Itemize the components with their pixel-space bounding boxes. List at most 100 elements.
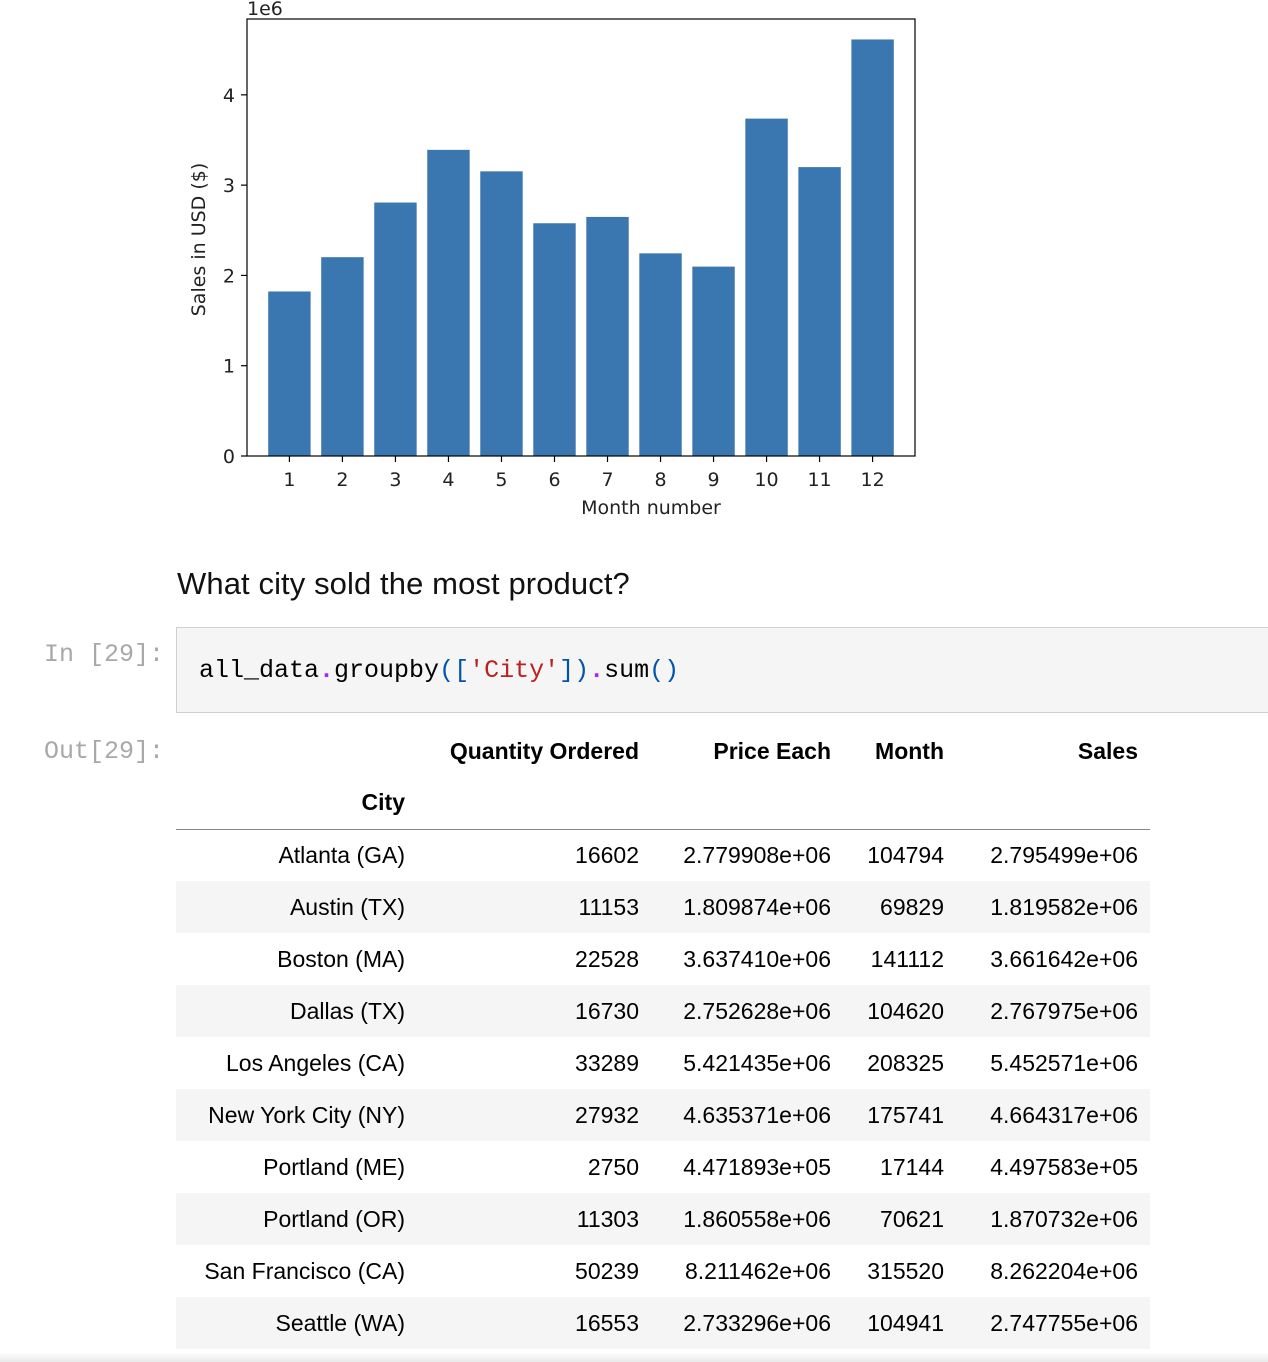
cell-quantity-ordered: 11303 [576,1205,639,1232]
cell-sales: 1.819582e+06 [990,893,1138,920]
cell-sales: 1.870732e+06 [990,1205,1138,1232]
cell-price-each: 8.211462e+06 [684,1257,831,1284]
cell-price-each: 2.733296e+06 [683,1309,831,1336]
bar-month-10 [745,118,788,456]
x-tick-label: 8 [654,469,666,491]
cell-sales: 2.747755e+06 [990,1309,1138,1336]
cell-month: 208325 [867,1049,944,1076]
index-name-row: City [176,777,1150,829]
table-row: San Francisco (CA) 50239 8.211462e+06 31552… [176,1245,1150,1297]
x-tick-label: 5 [495,469,507,491]
cell-sales: 2.767975e+06 [990,997,1138,1024]
code-parens: () [649,656,680,685]
y-tick-label: 0 [223,446,235,468]
row-city: Austin (TX) [289,893,405,920]
table-row: Atlanta (GA) 16602 2.779908e+06 104794 2.795… [176,829,1150,881]
x-axis-label: Month number [581,497,721,519]
code-method-sum: sum [604,656,650,685]
x-tick-label: 4 [442,469,454,491]
code-object: all_data [199,656,320,685]
row-city: Boston (MA) [277,945,405,972]
table-row: Los Angeles (CA) 33289 5.421435e+06 208325 5… [176,1037,1150,1089]
bar-month-6 [533,223,576,456]
cell-quantity-ordered: 27932 [575,1101,639,1128]
x-tick-label: 7 [601,469,613,491]
row-city: New York City (NY) [208,1101,405,1128]
cell-month: 141112 [870,945,944,972]
code-open-brackets: ([ [439,656,470,685]
cell-month: 70621 [880,1205,944,1232]
cell-price-each: 1.860558e+06 [683,1205,831,1232]
cell-price-each: 4.635371e+06 [683,1101,831,1128]
cell-quantity-ordered: 11153 [578,893,639,920]
dataframe-output: Quantity Ordered Price Each Month Sales … [176,725,1150,1349]
code-string-city: 'City' [469,656,560,685]
table-row: Boston (MA) 22528 3.637410e+06 141112 3.6616… [176,933,1150,985]
cell-price-each: 1.809874e+06 [683,893,831,920]
y-tick-label: 4 [223,85,235,107]
cell-sales: 4.497583e+05 [990,1153,1138,1180]
cell-quantity-ordered: 22528 [575,945,639,972]
code-dot-operator: . [319,656,335,685]
scroll-edge-shadow [0,1352,1268,1362]
empty-header-cell [956,777,1150,829]
cell-quantity-ordered: 16602 [575,841,639,868]
bar-month-1 [268,291,311,456]
cell-month: 69829 [880,893,944,920]
x-tick-label: 1 [283,469,295,491]
bar-month-3 [374,202,417,456]
code-cell[interactable]: all_data.groupby(['City']).sum() [176,627,1268,713]
x-tick-label: 2 [336,469,348,491]
table-row: Seattle (WA) 16553 2.733296e+06 104941 2.747… [176,1297,1150,1349]
column-header-price-each: Price Each [713,737,831,764]
empty-header-cell [843,777,956,829]
empty-header-cell [417,777,651,829]
in-prompt: In [29]: [43,640,164,669]
table-row: New York City (NY) 27932 4.635371e+06 17574… [176,1089,1150,1141]
table-row: Dallas (TX) 16730 2.752628e+06 104620 2.7679… [176,985,1150,1037]
out-prompt: Out[29]: [43,737,164,766]
column-header-row: Quantity Ordered Price Each Month Sales [176,725,1150,777]
cell-month: 175741 [867,1101,944,1128]
cell-price-each: 5.421435e+06 [683,1049,831,1076]
code-method-groupby: groupby [334,656,440,685]
cell-price-each: 4.471893e+05 [683,1153,831,1180]
column-header-quantity-ordered: Quantity Ordered [449,737,639,764]
cell-month: 104941 [867,1309,944,1336]
y-axis-label: Sales in USD ($) [188,163,210,317]
row-city: San Francisco (CA) [204,1257,405,1284]
cell-sales: 8.262204e+06 [990,1257,1138,1284]
bar-month-4 [427,149,470,456]
x-tick-label: 9 [707,469,719,491]
table-body: Atlanta (GA) 16602 2.779908e+06 104794 2.795… [176,829,1150,1349]
code-line[interactable]: all_data.groupby(['City']).sum() [199,656,679,685]
cell-month: 17144 [880,1153,944,1180]
cell-month: 315520 [867,1257,944,1284]
x-tick-label: 6 [548,469,560,491]
index-name-city: City [361,789,405,816]
blank-corner-cell [176,725,417,777]
cell-month: 104620 [867,997,944,1024]
cell-quantity-ordered: 2750 [587,1153,639,1180]
column-header-month: Month [875,737,944,764]
row-city: Seattle (WA) [275,1309,405,1336]
x-tick-label: 10 [754,469,778,491]
y-tick-label: 1 [223,356,235,378]
cell-month: 104794 [867,841,944,868]
bar-month-11 [798,167,841,456]
bar-month-5 [480,171,523,456]
cell-sales: 2.795499e+06 [990,841,1138,868]
cell-sales: 4.664317e+06 [990,1101,1138,1128]
cell-price-each: 3.637410e+06 [683,945,831,972]
row-city: Atlanta (GA) [278,841,405,868]
row-city: Portland (ME) [263,1153,405,1180]
bar-month-12 [851,39,894,457]
cell-quantity-ordered: 50239 [575,1257,639,1284]
x-tick-label: 3 [389,469,401,491]
monthly-sales-chart: 0 1 2 3 4 1 2 3 4 5 6 7 8 9 10 11 12 1e6 Month number Sales… [176,0,936,530]
bar-chart-svg: 012341 2 3 4 5 6 7 8 9 10 11 121e6Month numberSales… [188,0,916,519]
table-row: Austin (TX) 11153 1.809874e+06 69829 1.81958… [176,881,1150,933]
x-tick-label: 11 [807,469,831,491]
cell-price-each: 2.779908e+06 [683,841,831,868]
markdown-heading: What city sold the most product? [177,566,630,601]
